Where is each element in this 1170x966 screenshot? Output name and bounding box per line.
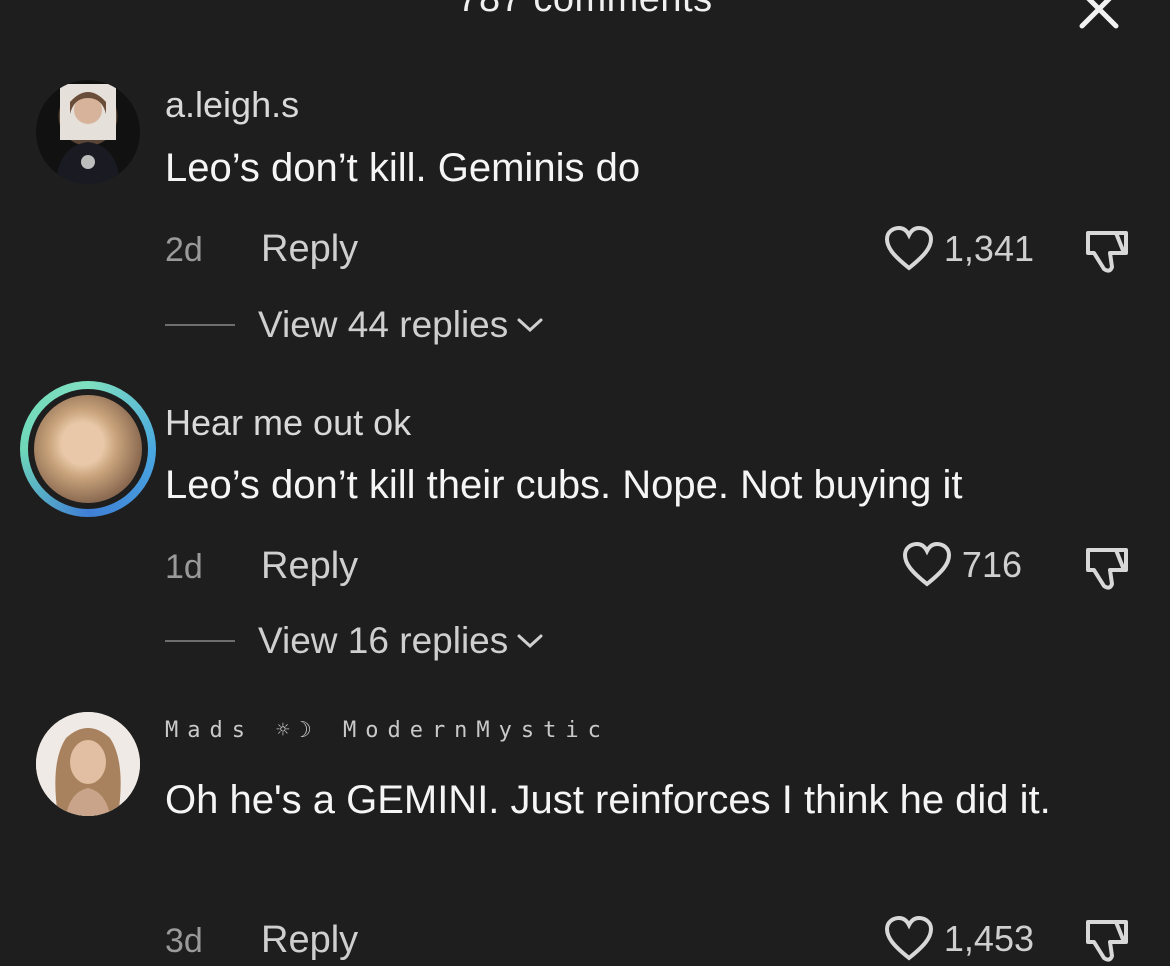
chevron-down-icon <box>517 634 543 649</box>
like-button[interactable]: 1,453 <box>884 916 1034 962</box>
like-count: 716 <box>961 544 1022 585</box>
comment-text: Oh he's a GEMINI. Just reinforces I thin… <box>165 778 1051 822</box>
username[interactable]: Hear me out ok <box>165 402 411 444</box>
thumbs-down-icon[interactable] <box>1080 914 1132 966</box>
reply-button[interactable]: Reply <box>261 545 358 588</box>
heart-icon <box>884 226 933 271</box>
comments-count-title: 787 comments <box>0 0 1170 21</box>
like-button[interactable]: 716 <box>902 542 1022 588</box>
view-replies-button[interactable]: View 44 replies <box>258 304 544 346</box>
comment-time: 2d <box>165 231 203 269</box>
like-count: 1,453 <box>943 918 1034 959</box>
view-replies-label: View 16 replies <box>258 620 509 661</box>
view-replies-label: View 44 replies <box>258 304 509 345</box>
replies-divider <box>165 324 235 326</box>
comment-text: Leo’s don’t kill. Geminis do <box>165 146 641 190</box>
thumbs-down-icon[interactable] <box>1080 225 1132 277</box>
username[interactable]: Mads ☼☽ ModernMystic <box>165 718 610 743</box>
heart-icon <box>902 542 951 587</box>
replies-divider <box>165 640 235 642</box>
chevron-down-icon <box>517 318 543 333</box>
close-icon[interactable] <box>1076 0 1122 32</box>
view-replies-button[interactable]: View 16 replies <box>258 620 544 662</box>
avatar[interactable] <box>36 80 140 184</box>
reply-button[interactable]: Reply <box>261 228 358 271</box>
comment-time: 3d <box>165 922 203 960</box>
avatar[interactable] <box>36 712 140 816</box>
heart-icon <box>884 916 933 961</box>
avatar[interactable] <box>20 381 156 517</box>
reply-button[interactable]: Reply <box>261 919 358 962</box>
username[interactable]: a.leigh.s <box>165 84 299 126</box>
comment-time: 1d <box>165 548 203 586</box>
thumbs-down-icon[interactable] <box>1080 542 1132 594</box>
like-button[interactable]: 1,341 <box>884 226 1034 272</box>
comment-text: Leo’s don’t kill their cubs. Nope. Not b… <box>165 463 963 507</box>
like-count: 1,341 <box>943 228 1034 269</box>
